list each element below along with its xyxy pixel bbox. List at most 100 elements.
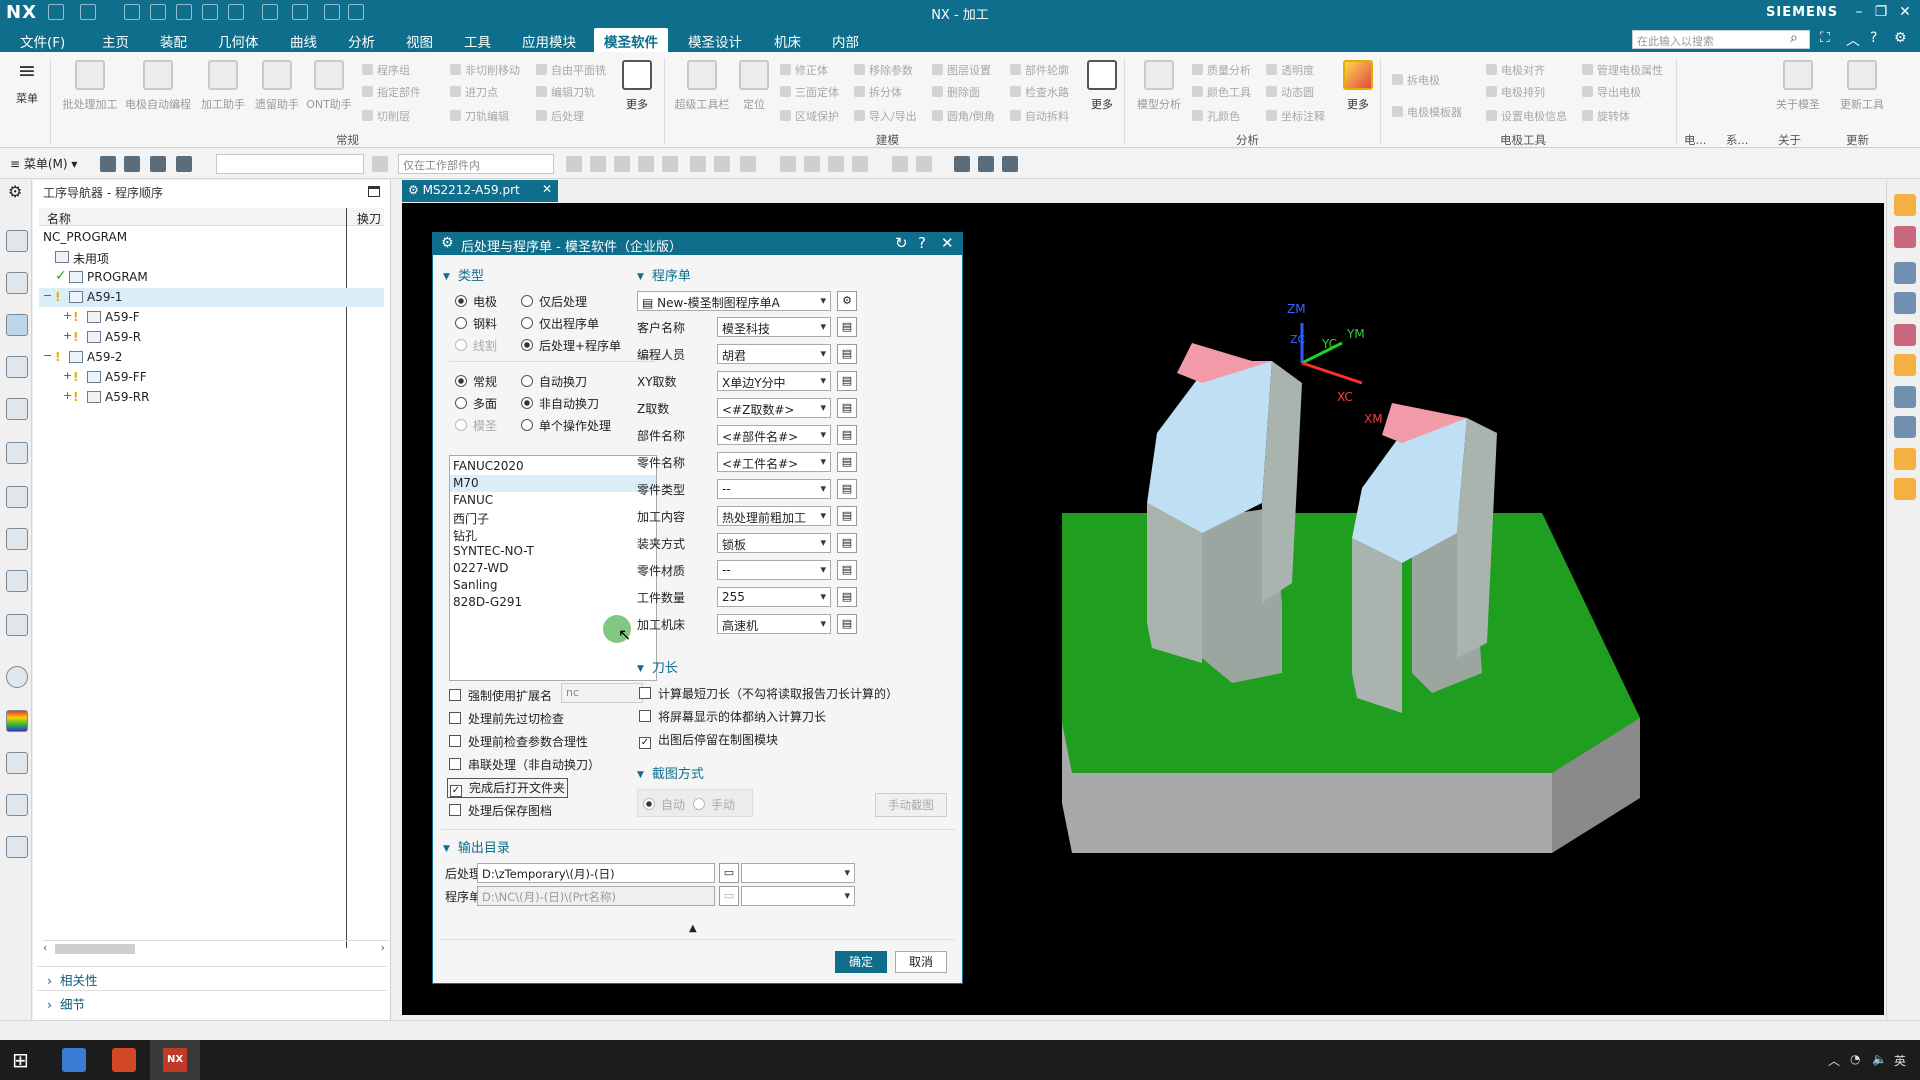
role-icon[interactable] — [6, 794, 28, 816]
menu-machine[interactable]: 机床 — [774, 31, 801, 51]
tree-row-unused[interactable]: 未用项 — [39, 248, 384, 267]
field-part[interactable]: <#部件名#> — [717, 425, 831, 445]
checkbox-open-folder[interactable]: 完成后打开文件夹 — [447, 778, 569, 798]
entry-point-button[interactable]: 进刀点 — [450, 84, 498, 100]
tray-chevron-icon[interactable]: ︿ — [1828, 1052, 1840, 1069]
list-item[interactable]: FANUC2020 — [450, 458, 656, 475]
op-icon-4[interactable] — [176, 156, 192, 172]
windows-start-icon[interactable]: ⊞ — [12, 1048, 36, 1072]
export-electrode-button[interactable]: 导出电极 — [1582, 84, 1641, 100]
expand-icon[interactable]: + — [63, 389, 72, 402]
field-programmer-edit-icon[interactable]: ▤ — [837, 344, 857, 364]
field-content[interactable]: 热处理前粗加工 — [717, 506, 831, 526]
cancel-button[interactable]: 取消 — [895, 951, 947, 973]
machine-navigator-icon[interactable] — [6, 356, 28, 378]
electrode-template-button[interactable]: 电极模板器 — [1392, 104, 1462, 120]
package-icon[interactable] — [1894, 448, 1916, 470]
tree-row-nc-program[interactable]: NC_PROGRAM — [39, 228, 384, 247]
cut-levels-button[interactable]: 切削层 — [362, 108, 410, 124]
field-z[interactable]: <#Z取数#> — [717, 398, 831, 418]
shapes-icon[interactable] — [1894, 354, 1916, 376]
coordinate-note-button[interactable]: 坐标注释 — [1266, 108, 1325, 124]
menu-application[interactable]: 应用模块 — [522, 31, 576, 51]
tree-row-a59-r[interactable]: + ! A59-R — [39, 328, 384, 347]
snap-icon-13[interactable] — [892, 156, 908, 172]
field-content-edit-icon[interactable]: ▤ — [837, 506, 857, 526]
electrode-auto-program-button[interactable]: 电极自动编程 — [124, 60, 192, 112]
snap-icon-3[interactable] — [614, 156, 630, 172]
menu-curve[interactable]: 曲线 — [290, 31, 317, 51]
menu-mosheng-software[interactable]: 模圣软件 — [594, 28, 668, 54]
type-filter-dropdown[interactable] — [216, 154, 364, 174]
model-analysis-button[interactable]: 模型分析 — [1132, 60, 1186, 112]
list-item[interactable]: Sanling — [450, 577, 656, 594]
transparency-button[interactable]: 透明度 — [1266, 62, 1314, 78]
radio-post-and-sheet[interactable]: 后处理+程序单 — [521, 337, 621, 354]
column-tool-change[interactable]: 换刀 — [357, 210, 381, 227]
ok-button[interactable]: 确定 — [835, 951, 887, 973]
radio-single-operation[interactable]: 单个操作处理 — [521, 417, 611, 434]
star-icon[interactable] — [1894, 478, 1916, 500]
filter-icon[interactable] — [372, 156, 388, 172]
document-icon[interactable] — [1894, 262, 1916, 284]
batch-process-button[interactable]: 批处理加工 — [60, 60, 120, 112]
field-clamp[interactable]: 锁板 — [717, 533, 831, 553]
snap-icon-5[interactable] — [662, 156, 678, 172]
tree-row-a59-ff[interactable]: + ! A59-FF — [39, 368, 384, 387]
list-item[interactable]: 828D-G291 — [450, 594, 656, 611]
update-tool-button[interactable]: 更新工具 — [1834, 60, 1890, 112]
checkbox-save-file[interactable]: 处理后保存图档 — [449, 802, 552, 819]
menu-mosheng-design[interactable]: 模圣设计 — [688, 31, 742, 51]
palette-icon[interactable] — [6, 710, 28, 732]
remove-params-button[interactable]: 移除参数 — [854, 62, 913, 78]
expand-icon[interactable]: + — [63, 329, 72, 342]
field-part-edit-icon[interactable]: ▤ — [837, 425, 857, 445]
radio-electrode[interactable]: 电极 — [455, 293, 497, 310]
snap-icon-14[interactable] — [916, 156, 932, 172]
more-modeling-button[interactable]: 更多 — [1086, 60, 1118, 112]
tool-path-icon[interactable] — [6, 752, 28, 774]
revolve-body-button[interactable]: 旋转体 — [1582, 108, 1630, 124]
collapse-icon[interactable]: − — [43, 349, 52, 362]
field-clamp-edit-icon[interactable]: ▤ — [837, 533, 857, 553]
document-tab[interactable]: ⚙ MS2212-A59.prt ✕ — [402, 180, 558, 202]
dialog-close-icon[interactable]: ✕ — [941, 234, 954, 252]
help-icon[interactable]: ? — [1870, 30, 1877, 46]
ont-assistant-button[interactable]: ONT助手 — [304, 60, 354, 112]
region-protect-button[interactable]: 区域保护 — [780, 108, 839, 124]
radio-post-only[interactable]: 仅后处理 — [521, 293, 587, 310]
tree-icon[interactable] — [1894, 416, 1916, 438]
tool-library-icon[interactable] — [6, 528, 28, 550]
legacy-assistant-button[interactable]: 遗留助手 — [252, 60, 302, 112]
hide-icon[interactable] — [1002, 156, 1018, 172]
toolpath-edit-button[interactable]: 刀轨编辑 — [450, 108, 509, 124]
super-toolbar-button[interactable]: 超级工具栏 — [672, 60, 732, 112]
convert-icon[interactable] — [1894, 386, 1916, 408]
checkbox-stay-in-drafting[interactable]: 出图后停留在制图模块 — [639, 731, 778, 749]
output-post-path[interactable]: D:\zTemporary\(月)-(日) — [477, 863, 715, 883]
list-item[interactable]: 0227-WD — [450, 560, 656, 577]
browse-folder-icon[interactable]: ▭ — [719, 863, 739, 883]
collapse-icon[interactable]: − — [43, 289, 52, 302]
history-icon[interactable] — [6, 666, 28, 688]
part-outline-button[interactable]: 部件轮廓 — [1010, 62, 1069, 78]
expand-icon[interactable]: + — [63, 369, 72, 382]
menu-internal[interactable]: 内部 — [832, 31, 859, 51]
machining-assistant-button[interactable]: 加工助手 — [196, 60, 250, 112]
expand-more-icon[interactable]: ▲ — [689, 923, 697, 934]
menu-home[interactable]: 主页 — [102, 31, 129, 51]
non-cut-move-button[interactable]: 非切削移动 — [450, 62, 520, 78]
menu-tools[interactable]: 工具 — [464, 31, 491, 51]
split-electrode-button[interactable]: 拆电极 — [1392, 72, 1440, 88]
layer-settings-button[interactable]: 图层设置 — [932, 62, 991, 78]
field-machine-edit-icon[interactable]: ▤ — [837, 614, 857, 634]
snap-icon-9[interactable] — [780, 156, 796, 172]
hamburger-menu-label[interactable]: ≡ 菜单(M) ▾ — [10, 155, 77, 172]
list-item[interactable]: FANUC — [450, 492, 656, 509]
hole-color-button[interactable]: 孔颜色 — [1192, 108, 1240, 124]
radio-multi-face[interactable]: 多面 — [455, 395, 497, 412]
snap-icon-4[interactable] — [638, 156, 654, 172]
output-post-dropdown[interactable] — [741, 863, 855, 883]
tree-row-a59-rr[interactable]: + ! A59-RR — [39, 388, 384, 407]
assembly-navigator-icon[interactable] — [6, 272, 28, 294]
